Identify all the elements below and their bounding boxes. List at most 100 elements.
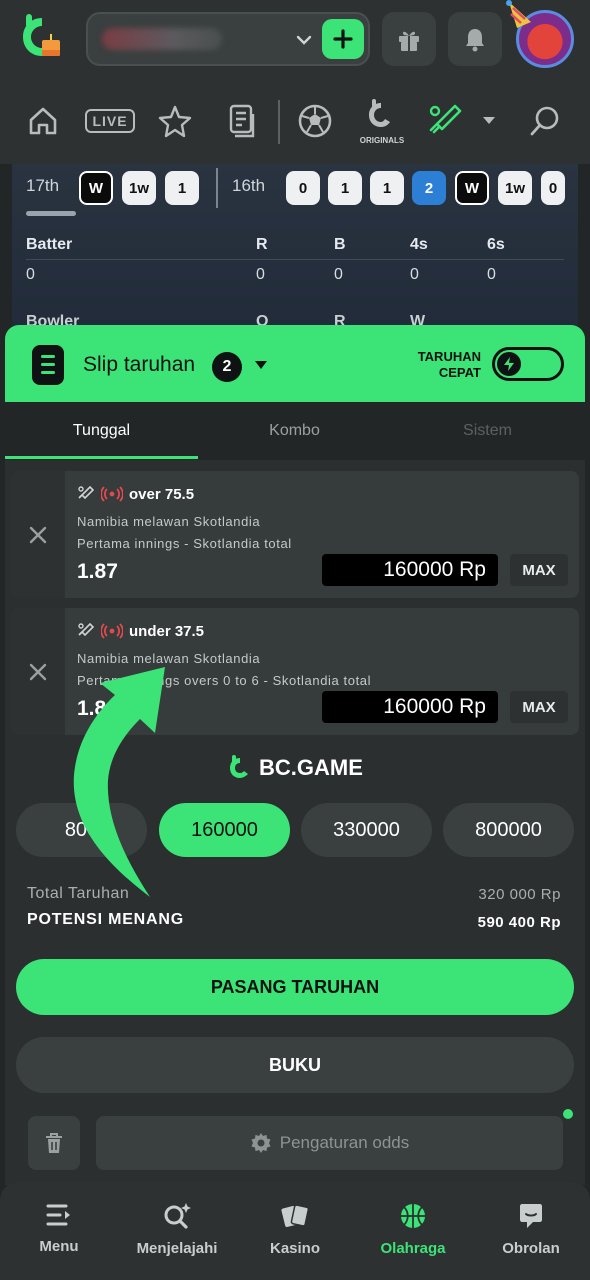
ball-result: W: [79, 171, 113, 205]
remove-bet-button[interactable]: [11, 471, 65, 598]
soccer-ball-icon[interactable]: [294, 100, 336, 142]
bottom-nav-label: Olahraga: [380, 1240, 446, 1257]
notes-icon[interactable]: [220, 100, 262, 142]
quick-amount-button[interactable]: 800000: [443, 803, 574, 857]
bet-match: Namibia melawan Skotlandia: [77, 514, 261, 529]
ball-result: W: [455, 171, 489, 205]
bet-market: Pertama innings overs 0 to 6 - Skotlandi…: [77, 673, 372, 688]
lightning-icon: [497, 352, 521, 376]
search-icon[interactable]: [524, 100, 566, 142]
scoreboard-divider: [216, 168, 218, 208]
live-label: LIVE: [85, 109, 135, 133]
star-icon[interactable]: [154, 100, 196, 142]
stake-input[interactable]: 160000 Rp: [322, 691, 498, 723]
quick-amount-button[interactable]: 160000: [159, 803, 290, 857]
gift-button[interactable]: [382, 12, 436, 66]
category-nav: LIVE: [0, 80, 590, 164]
quick-amount-button[interactable]: 330000: [301, 803, 432, 857]
originals-label: ORIGINALS: [359, 136, 405, 145]
potential-win-label: POTENSI MENANG: [27, 911, 184, 928]
batter-cell: 0: [487, 266, 496, 283]
bottom-nav-explore[interactable]: Menjelajahi: [118, 1202, 236, 1272]
potential-win-value: 590 400 Rp: [477, 914, 561, 931]
ball-result: 1: [328, 171, 362, 205]
tab-tunggal[interactable]: Tunggal: [5, 402, 198, 460]
stake-input[interactable]: 160000 Rp: [322, 554, 498, 586]
ball-result: 0: [286, 171, 320, 205]
bc-logo-icon[interactable]: [18, 14, 66, 62]
bet-slip-header[interactable]: Slip taruhan 2 TARUHAN CEPAT: [5, 325, 585, 402]
bc-logo-icon: [230, 755, 248, 778]
cricket-bat-icon: [78, 485, 95, 500]
status-dot: [563, 1109, 573, 1119]
brand-logo: BC.GAME: [227, 755, 363, 781]
quick-amount-button[interactable]: 800: [16, 803, 147, 857]
bottom-nav-casino[interactable]: Kasino: [236, 1202, 354, 1272]
ball-result: 2: [412, 171, 446, 205]
quick-bet-toggle[interactable]: [492, 347, 564, 381]
home-icon[interactable]: [22, 100, 64, 142]
bottom-nav-menu[interactable]: Menu: [0, 1202, 118, 1272]
notifications-button[interactable]: [448, 12, 502, 66]
originals-icon[interactable]: [360, 94, 402, 136]
ball-result: 1w: [498, 171, 532, 205]
party-hat-icon: [506, 0, 531, 28]
max-stake-button[interactable]: MAX: [510, 691, 568, 723]
explore-icon: [164, 1203, 191, 1229]
place-bet-button[interactable]: PASANG TARUHAN: [16, 959, 574, 1015]
bet-match: Namibia melawan Skotlandia: [77, 651, 261, 666]
tab-sistem[interactable]: Sistem: [391, 402, 584, 460]
live-broadcast-icon: [101, 486, 123, 502]
cricket-bat-icon: [78, 622, 95, 637]
wallet-selector[interactable]: [86, 12, 370, 66]
nav-divider: [278, 100, 280, 144]
over-label: 17th: [26, 176, 60, 195]
scoreboard-scrollbar[interactable]: [26, 211, 76, 216]
bet-slip-title: Slip taruhan: [83, 353, 196, 376]
batter-header: 4s: [410, 236, 428, 253]
bet-selection: under 37.5: [129, 622, 205, 640]
trash-icon: [46, 1133, 62, 1153]
cricket-bat-icon[interactable]: [424, 100, 466, 142]
chevron-down-icon[interactable]: [294, 30, 314, 50]
active-tab-indicator: [5, 456, 198, 459]
ball-result: 1: [370, 171, 404, 205]
table-divider: [26, 259, 564, 260]
book-bet-button[interactable]: BUKU: [16, 1037, 574, 1093]
ball-result: 1w: [122, 171, 156, 205]
bet-type-tabs: Tunggal Kombo Sistem: [5, 402, 585, 460]
bottom-nav-label: Obrolan: [502, 1240, 560, 1257]
batter-header: B: [334, 236, 346, 253]
live-icon[interactable]: LIVE: [85, 100, 135, 142]
caret-down-icon[interactable]: [474, 100, 504, 142]
bottom-nav-chat[interactable]: Obrolan: [472, 1202, 590, 1272]
bet-market: Pertama innings - Skotlandia total: [77, 536, 292, 551]
quick-bet-label: TARUHAN CEPAT: [417, 349, 481, 380]
over-label: 16th: [232, 176, 266, 195]
cards-icon: [281, 1204, 310, 1227]
bottom-nav-label: Kasino: [269, 1240, 320, 1257]
ball-result: 0: [541, 171, 565, 205]
chat-icon: [520, 1204, 542, 1228]
odds-settings-button[interactable]: Pengaturan odds: [96, 1116, 563, 1170]
bottom-nav-label: Menu: [39, 1238, 79, 1255]
close-icon: [29, 663, 47, 680]
bottom-nav-sports[interactable]: Olahraga: [354, 1202, 472, 1272]
gift-icon: [399, 31, 419, 51]
basketball-icon: [401, 1204, 425, 1228]
caret-down-icon[interactable]: [255, 361, 267, 369]
batter-header: R: [256, 236, 268, 253]
balance-value: [102, 28, 222, 50]
bet-selection-row: under 37.5: [77, 622, 204, 640]
remove-bet-button[interactable]: [11, 608, 65, 735]
brand-name: BC.GAME: [259, 755, 363, 780]
top-header: [0, 0, 590, 80]
bet-count-badge: 2: [212, 352, 242, 382]
bet-odds: 1.87: [77, 560, 118, 583]
batter-cell: 0: [26, 266, 35, 283]
clear-slip-button[interactable]: [28, 1116, 80, 1170]
tab-kombo[interactable]: Kombo: [198, 402, 391, 460]
batter-header: 6s: [487, 236, 505, 253]
max-stake-button[interactable]: MAX: [510, 554, 568, 586]
deposit-button[interactable]: [322, 19, 364, 59]
